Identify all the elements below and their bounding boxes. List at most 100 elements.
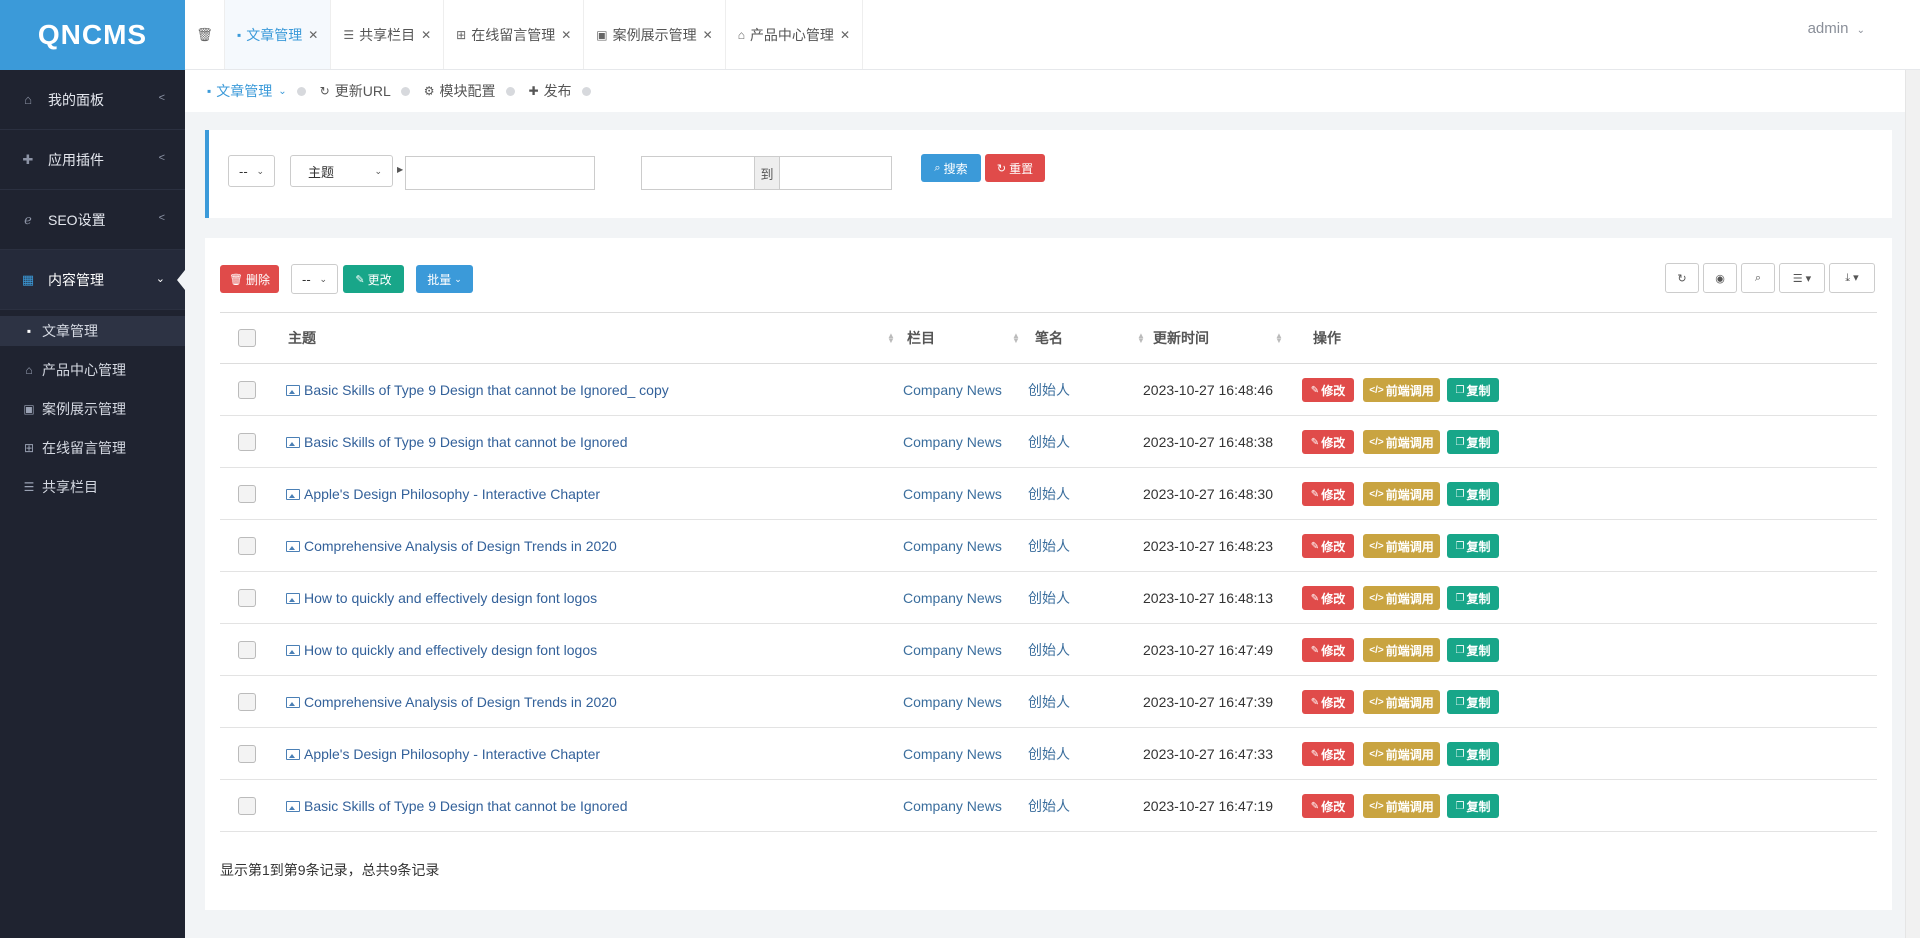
article-title-link[interactable]: Comprehensive Analysis of Design Trends … (286, 676, 617, 728)
tab-products[interactable]: ⌂ 产品中心管理 ✕ (726, 0, 863, 69)
edit-button[interactable]: ✎ 修改 (1302, 742, 1354, 766)
delete-button[interactable]: 🗑 删除 (220, 265, 279, 293)
search-button[interactable]: ⌕ 搜索 (921, 154, 981, 182)
sort-icon[interactable]: ▲ ▼ (887, 332, 895, 345)
copy-button[interactable]: ❐ 复制 (1447, 482, 1499, 506)
keyword-input[interactable] (405, 156, 595, 190)
sidebar-item-messages[interactable]: ⊞ 在线留言管理 (0, 433, 185, 463)
sidebar-item-articles[interactable]: ▪ 文章管理 (0, 316, 185, 346)
author-link[interactable]: 创始人 (1028, 728, 1070, 780)
category-link[interactable]: Company News (903, 468, 1002, 520)
tab-articles[interactable]: ▪ 文章管理 ✕ (225, 0, 332, 69)
table-search-button[interactable]: ⌕ (1741, 263, 1775, 293)
copy-button[interactable]: ❐ 复制 (1447, 794, 1499, 818)
edit-button[interactable]: ✎ 修改 (1302, 794, 1354, 818)
export-button[interactable]: ⤓ ▾ (1829, 263, 1875, 293)
edit-button[interactable]: ✎ 修改 (1302, 638, 1354, 662)
date-start-input[interactable] (641, 156, 755, 190)
article-title-link[interactable]: Basic Skills of Type 9 Design that canno… (286, 416, 628, 468)
sidebar-group-plugins[interactable]: ✚ 应用插件 < (0, 130, 185, 190)
author-link[interactable]: 创始人 (1028, 780, 1070, 832)
frontend-call-button[interactable]: </> 前端调用 (1363, 794, 1440, 818)
sort-icon[interactable]: ▲ ▼ (1012, 332, 1020, 345)
user-menu[interactable]: admin ⌄ (1808, 20, 1865, 37)
close-icon[interactable]: ✕ (840, 28, 850, 42)
edit-button[interactable]: ✎ 修改 (1302, 534, 1354, 558)
row-checkbox[interactable] (238, 641, 256, 659)
crumb-publish[interactable]: ✚ 发布 (529, 81, 572, 101)
article-title-link[interactable]: Comprehensive Analysis of Design Trends … (286, 520, 617, 572)
copy-button[interactable]: ❐ 复制 (1447, 638, 1499, 662)
row-checkbox[interactable] (238, 797, 256, 815)
tab-messages[interactable]: ⊞ 在线留言管理 ✕ (444, 0, 585, 69)
sidebar-group-seo[interactable]: ℯ SEO设置 < (0, 190, 185, 250)
edit-button[interactable]: ✎ 修改 (1302, 378, 1354, 402)
copy-button[interactable]: ❐ 复制 (1447, 430, 1499, 454)
article-title-link[interactable]: Basic Skills of Type 9 Design that canno… (286, 780, 628, 832)
page-scrollbar[interactable] (1905, 70, 1920, 938)
frontend-call-button[interactable]: </> 前端调用 (1363, 482, 1440, 506)
crumb-articles[interactable]: ▪ 文章管理 ⌄ (207, 81, 287, 101)
change-button[interactable]: ✎ 更改 (343, 265, 404, 293)
article-title-link[interactable]: Apple's Design Philosophy - Interactive … (286, 728, 600, 780)
scope-select[interactable]: -- ⌄ (228, 155, 275, 187)
article-title-link[interactable]: How to quickly and effectively design fo… (286, 572, 597, 624)
sidebar-group-dashboard[interactable]: ⌂ 我的面板 < (0, 70, 185, 130)
date-end-input[interactable] (779, 156, 892, 190)
refresh-table-button[interactable]: ↻ (1665, 263, 1699, 293)
frontend-call-button[interactable]: </> 前端调用 (1363, 690, 1440, 714)
sidebar-group-content[interactable]: ▦ 内容管理 ⌄ (0, 250, 185, 310)
column-header-author[interactable]: 笔名 (1035, 313, 1063, 363)
frontend-call-button[interactable]: </> 前端调用 (1363, 586, 1440, 610)
batch-button[interactable]: 批量 ⌄ (416, 265, 473, 293)
columns-button[interactable]: ☰ ▾ (1779, 263, 1825, 293)
trash-icon[interactable]: 🗑 (185, 0, 225, 69)
sort-icon[interactable]: ▲ ▼ (1275, 332, 1283, 345)
column-header-category[interactable]: 栏目 (907, 313, 935, 363)
article-title-link[interactable]: How to quickly and effectively design fo… (286, 624, 597, 676)
author-link[interactable]: 创始人 (1028, 676, 1070, 728)
author-link[interactable]: 创始人 (1028, 520, 1070, 572)
frontend-call-button[interactable]: </> 前端调用 (1363, 430, 1440, 454)
copy-button[interactable]: ❐ 复制 (1447, 690, 1499, 714)
row-checkbox[interactable] (238, 433, 256, 451)
status-select[interactable]: -- ⌄ (291, 264, 338, 294)
sidebar-item-products[interactable]: ⌂ 产品中心管理 (0, 355, 185, 385)
close-icon[interactable]: ✕ (308, 28, 318, 42)
author-link[interactable]: 创始人 (1028, 416, 1070, 468)
column-header-updated[interactable]: 更新时间 (1153, 313, 1209, 363)
edit-button[interactable]: ✎ 修改 (1302, 586, 1354, 610)
sort-icon[interactable]: ▲ ▼ (1137, 332, 1145, 345)
copy-button[interactable]: ❐ 复制 (1447, 742, 1499, 766)
frontend-call-button[interactable]: </> 前端调用 (1363, 638, 1440, 662)
category-link[interactable]: Company News (903, 416, 1002, 468)
frontend-call-button[interactable]: </> 前端调用 (1363, 378, 1440, 402)
sidebar-item-cases[interactable]: ▣ 案例展示管理 (0, 394, 185, 424)
edit-button[interactable]: ✎ 修改 (1302, 482, 1354, 506)
select-all-checkbox[interactable] (238, 329, 256, 347)
author-link[interactable]: 创始人 (1028, 572, 1070, 624)
field-select[interactable]: 主题 ⌄ (290, 155, 393, 187)
toggle-view-button[interactable]: ◉ (1703, 263, 1737, 293)
row-checkbox[interactable] (238, 745, 256, 763)
article-title-link[interactable]: Basic Skills of Type 9 Design that canno… (286, 364, 669, 416)
column-header-title[interactable]: 主题 (288, 313, 316, 363)
close-icon[interactable]: ✕ (703, 28, 713, 42)
row-checkbox[interactable] (238, 693, 256, 711)
category-link[interactable]: Company News (903, 676, 1002, 728)
category-link[interactable]: Company News (903, 520, 1002, 572)
edit-button[interactable]: ✎ 修改 (1302, 430, 1354, 454)
edit-button[interactable]: ✎ 修改 (1302, 690, 1354, 714)
author-link[interactable]: 创始人 (1028, 468, 1070, 520)
article-title-link[interactable]: Apple's Design Philosophy - Interactive … (286, 468, 600, 520)
category-link[interactable]: Company News (903, 624, 1002, 676)
category-link[interactable]: Company News (903, 780, 1002, 832)
row-checkbox[interactable] (238, 537, 256, 555)
frontend-call-button[interactable]: </> 前端调用 (1363, 534, 1440, 558)
reset-button[interactable]: ↻ 重置 (985, 154, 1045, 182)
copy-button[interactable]: ❐ 复制 (1447, 378, 1499, 402)
category-link[interactable]: Company News (903, 572, 1002, 624)
crumb-update-url[interactable]: ↻ 更新URL (320, 81, 391, 101)
author-link[interactable]: 创始人 (1028, 364, 1070, 416)
frontend-call-button[interactable]: </> 前端调用 (1363, 742, 1440, 766)
